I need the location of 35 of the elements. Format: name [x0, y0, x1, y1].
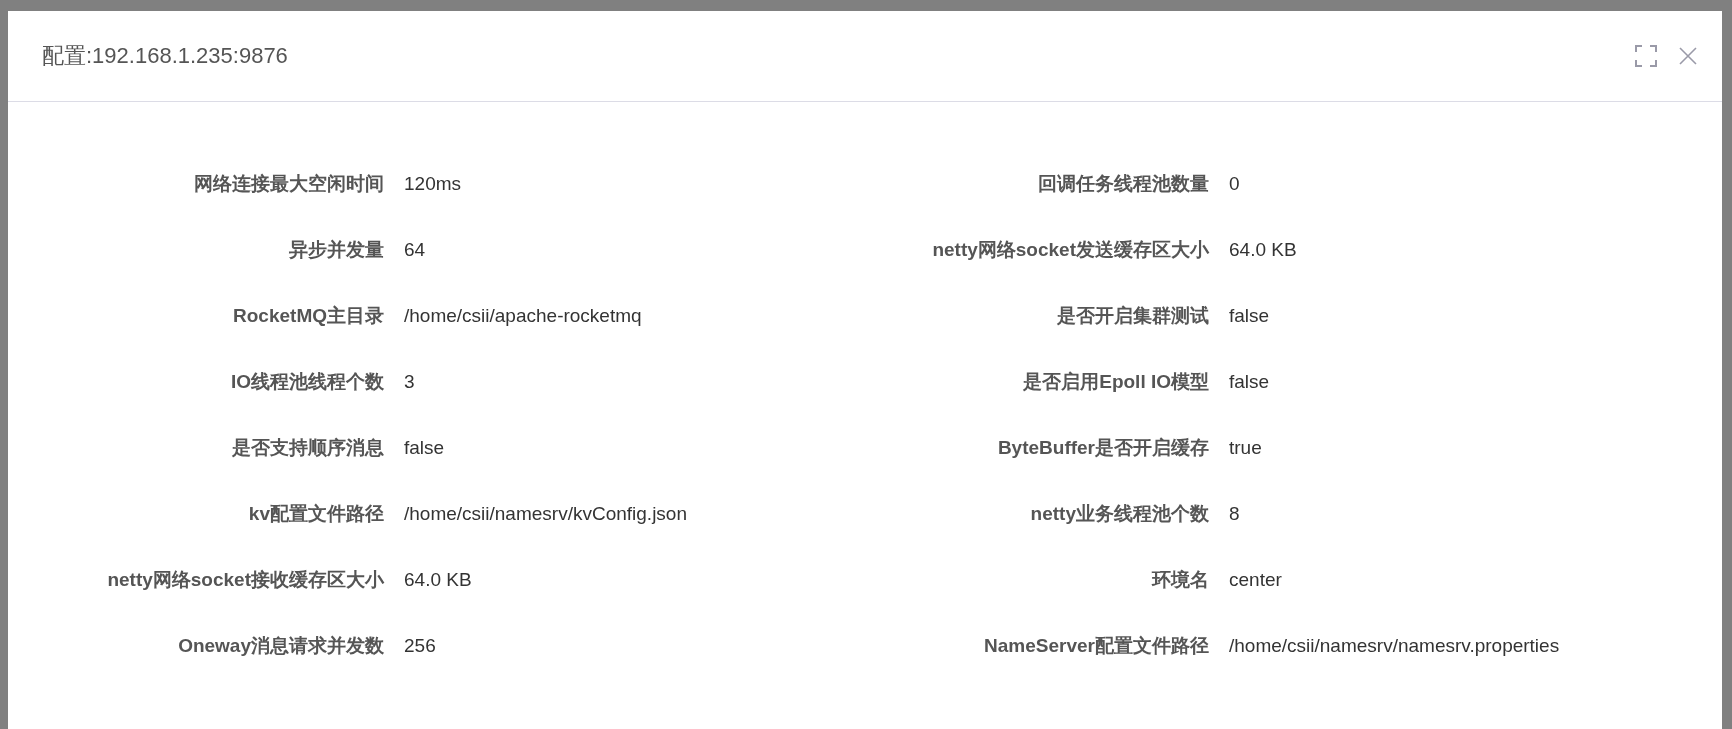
field-value: /home/csii/apache-rocketmq: [404, 305, 642, 327]
dialog-title: 配置:192.168.1.235:9876: [42, 42, 289, 70]
field-label: NameServer配置文件路径: [984, 634, 1209, 658]
field-value: false: [1229, 371, 1270, 393]
field-label: IO线程池线程个数: [230, 370, 384, 394]
field-label: 是否支持顺序消息: [232, 436, 384, 460]
field-value: 0: [1229, 173, 1240, 195]
field-label: netty网络socket发送缓存区大小: [932, 238, 1209, 262]
field-value: false: [404, 437, 445, 459]
field-value: true: [1229, 437, 1262, 459]
field-value: 3: [404, 371, 415, 393]
field-label: 异步并发量: [289, 238, 384, 262]
field-label: Oneway消息请求并发数: [178, 634, 384, 658]
field-value: 8: [1229, 503, 1240, 525]
field-label: netty网络socket接收缓存区大小: [107, 568, 384, 592]
field-value: center: [1229, 569, 1282, 591]
field-label: RocketMQ主目录: [233, 304, 384, 328]
field-label: netty业务线程池个数: [1030, 502, 1209, 526]
field-value: 120ms: [404, 173, 462, 195]
field-value: 64.0 KB: [1229, 239, 1297, 261]
field-label: 回调任务线程池数量: [1038, 172, 1209, 196]
field-label: 环境名: [1152, 568, 1209, 592]
field-value: /home/csii/namesrv/namesrv.properties: [1229, 635, 1560, 657]
field-label: 网络连接最大空闲时间: [194, 172, 384, 196]
close-icon[interactable]: [1679, 47, 1697, 65]
field-value: 64: [404, 239, 426, 261]
field-value: false: [1229, 305, 1270, 327]
field-label: 是否启用Epoll IO模型: [1023, 370, 1209, 394]
maximize-icon[interactable]: [1635, 45, 1657, 67]
field-value: 256: [404, 635, 436, 657]
field-label: 是否开启集群测试: [1057, 304, 1209, 328]
field-label: kv配置文件路径: [248, 502, 384, 526]
field-value: /home/csii/namesrv/kvConfig.json: [404, 503, 687, 525]
field-value: 64.0 KB: [404, 569, 472, 591]
field-label: ByteBuffer是否开启缓存: [997, 436, 1209, 460]
